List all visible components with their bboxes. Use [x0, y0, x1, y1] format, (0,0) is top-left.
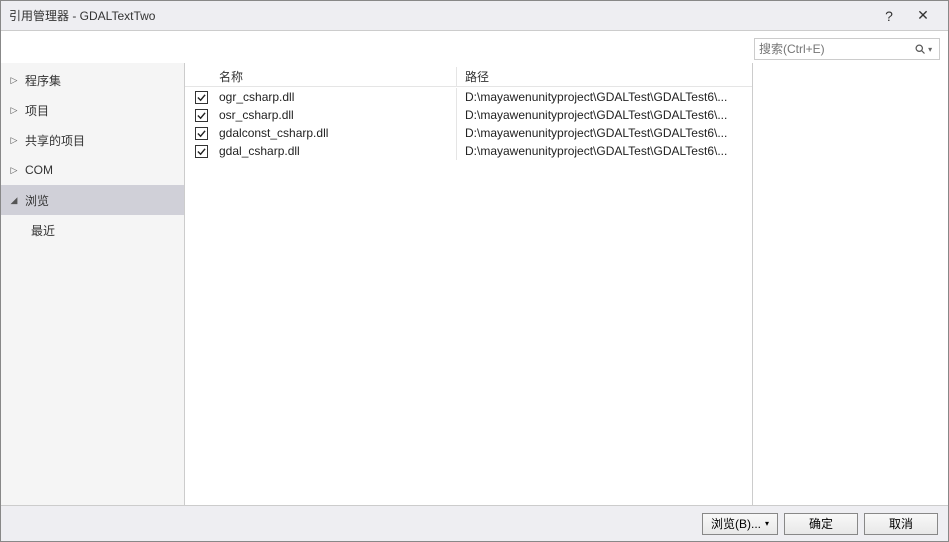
titlebar: 引用管理器 - GDALTextTwo ? ✕ — [1, 1, 948, 31]
sidebar-item-label: 项目 — [25, 102, 49, 119]
button-label: 浏览(B)... — [711, 515, 761, 532]
cell-path: D:\mayawenunityproject\GDALTest\GDALTest… — [457, 88, 752, 106]
cancel-button[interactable]: 取消 — [864, 513, 938, 535]
sidebar-item-browse[interactable]: ◢ 浏览 — [1, 185, 184, 215]
chevron-right-icon: ▷ — [9, 165, 19, 176]
content: ▷ 程序集 ▷ 项目 ▷ 共享的项目 ▷ COM ◢ 浏览 最近 名称 路径 — [1, 63, 948, 505]
checkbox[interactable] — [195, 91, 208, 104]
chevron-down-icon: ◢ — [9, 195, 19, 206]
search-input[interactable] — [759, 42, 914, 56]
sidebar-item-label: COM — [25, 163, 53, 177]
toolbar: ▾ — [1, 31, 948, 63]
ok-button[interactable]: 确定 — [784, 513, 858, 535]
list-body: ogr_csharp.dll D:\mayawenunityproject\GD… — [185, 87, 752, 505]
col-name-header[interactable]: 名称 — [217, 67, 457, 86]
sidebar-item-com[interactable]: ▷ COM — [1, 155, 184, 185]
close-button[interactable]: ✕ — [906, 3, 940, 29]
sidebar-item-shared[interactable]: ▷ 共享的项目 — [1, 125, 184, 155]
cell-path: D:\mayawenunityproject\GDALTest\GDALTest… — [457, 142, 752, 160]
sidebar-item-assemblies[interactable]: ▷ 程序集 — [1, 65, 184, 95]
help-button[interactable]: ? — [872, 3, 906, 29]
cell-name: ogr_csharp.dll — [217, 88, 457, 106]
checkbox[interactable] — [195, 145, 208, 158]
chevron-right-icon: ▷ — [9, 105, 19, 116]
list-row[interactable]: osr_csharp.dll D:\mayawenunityproject\GD… — [185, 106, 752, 124]
sidebar-item-recent[interactable]: 最近 — [1, 215, 184, 245]
list-row[interactable]: gdal_csharp.dll D:\mayawenunityproject\G… — [185, 142, 752, 160]
search-icon[interactable] — [914, 43, 926, 55]
chevron-right-icon: ▷ — [9, 135, 19, 146]
details-pane — [753, 63, 948, 505]
chevron-down-icon[interactable]: ▾ — [928, 45, 935, 54]
sidebar: ▷ 程序集 ▷ 项目 ▷ 共享的项目 ▷ COM ◢ 浏览 最近 — [1, 63, 185, 505]
search-box[interactable]: ▾ — [754, 38, 940, 60]
sidebar-item-label: 最近 — [31, 222, 55, 239]
sidebar-item-label: 共享的项目 — [25, 132, 85, 149]
list-header: 名称 路径 — [185, 63, 752, 87]
cell-name: gdal_csharp.dll — [217, 142, 457, 160]
sidebar-item-projects[interactable]: ▷ 项目 — [1, 95, 184, 125]
chevron-down-icon: ▾ — [765, 519, 769, 528]
checkbox[interactable] — [195, 127, 208, 140]
browse-button[interactable]: 浏览(B)... ▾ — [702, 513, 778, 535]
window-controls: ? ✕ — [872, 3, 940, 29]
sidebar-item-label: 浏览 — [25, 192, 49, 209]
cell-path: D:\mayawenunityproject\GDALTest\GDALTest… — [457, 106, 752, 124]
list-row[interactable]: gdalconst_csharp.dll D:\mayawenunityproj… — [185, 124, 752, 142]
window-title: 引用管理器 - GDALTextTwo — [9, 7, 872, 24]
list-row[interactable]: ogr_csharp.dll D:\mayawenunityproject\GD… — [185, 88, 752, 106]
sidebar-item-label: 程序集 — [25, 72, 61, 89]
checkbox[interactable] — [195, 109, 208, 122]
cell-path: D:\mayawenunityproject\GDALTest\GDALTest… — [457, 124, 752, 142]
cell-name: osr_csharp.dll — [217, 106, 457, 124]
main-list: 名称 路径 ogr_csharp.dll D:\mayawenunityproj… — [185, 63, 753, 505]
chevron-right-icon: ▷ — [9, 75, 19, 86]
col-path-header[interactable]: 路径 — [457, 67, 752, 86]
footer: 浏览(B)... ▾ 确定 取消 — [1, 505, 948, 541]
cell-name: gdalconst_csharp.dll — [217, 124, 457, 142]
